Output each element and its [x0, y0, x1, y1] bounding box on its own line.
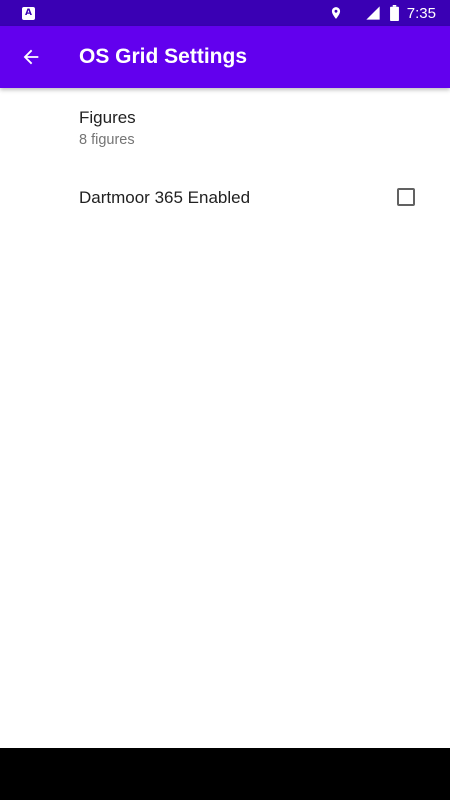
dartmoor-365-checkbox[interactable] [397, 188, 415, 206]
back-button[interactable] [0, 26, 62, 88]
preference-dartmoor-365[interactable]: Dartmoor 365 Enabled [0, 168, 450, 226]
location-icon [331, 7, 340, 19]
a-notification-icon: A [22, 6, 35, 20]
app-bar: OS Grid Settings [0, 26, 450, 88]
arrow-back-icon [23, 49, 39, 65]
signal-icon [366, 6, 380, 20]
navigation-bar [0, 748, 450, 800]
preference-figures[interactable]: Figures 8 figures [0, 88, 450, 168]
battery-icon [389, 5, 399, 21]
preference-title: Dartmoor 365 Enabled [79, 188, 251, 207]
status-time: 7:35 [406, 4, 436, 22]
page-title: OS Grid Settings [79, 45, 248, 68]
preference-summary: 8 figures [79, 132, 135, 148]
status-bar: A 7:35 [0, 0, 450, 26]
preference-title: Figures [79, 108, 136, 127]
